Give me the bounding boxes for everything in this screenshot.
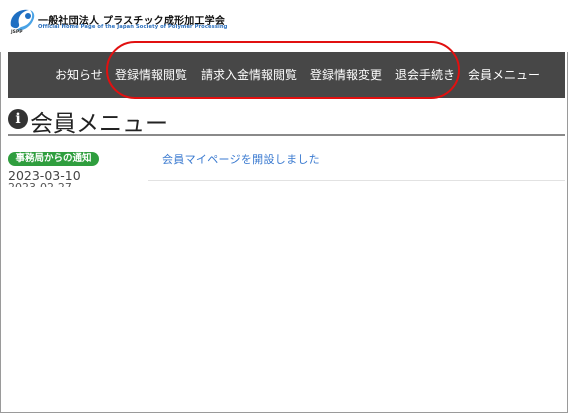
logo-text: JSPP (11, 30, 23, 35)
nav-item-withdrawal[interactable]: 退会手続き (395, 66, 455, 83)
page-title: 会員メニュー (30, 111, 168, 137)
nav-item-member-menu[interactable]: 会員メニュー (468, 66, 540, 83)
nav-item-news[interactable]: お知らせ (55, 66, 103, 83)
main-nav: お知らせ 登録情報閲覧 請求入金情報閲覧 登録情報変更 退会手続き 会員メニュー (8, 52, 565, 98)
org-name-en: Official Home Page of the Japan Society … (38, 24, 228, 30)
nav-item-billing-payment[interactable]: 請求入金情報閲覧 (201, 66, 297, 83)
site-header: JSPP 一般社団法人 プラスチック成形加工学会 Official Home P… (0, 0, 568, 52)
info-icon: i (8, 109, 28, 129)
notice-date: 2023-03-10 (8, 168, 81, 183)
notice-date-secondary: 2023-02-27 (8, 182, 72, 187)
nav-item-view-registration[interactable]: 登録情報閲覧 (115, 66, 187, 83)
nav-item-change-registration[interactable]: 登録情報変更 (310, 66, 382, 83)
title-divider (8, 134, 565, 136)
notice-divider (148, 180, 565, 181)
notice-link[interactable]: 会員マイページを開設しました (162, 151, 320, 167)
notice-badge: 事務局からの通知 (8, 152, 99, 166)
